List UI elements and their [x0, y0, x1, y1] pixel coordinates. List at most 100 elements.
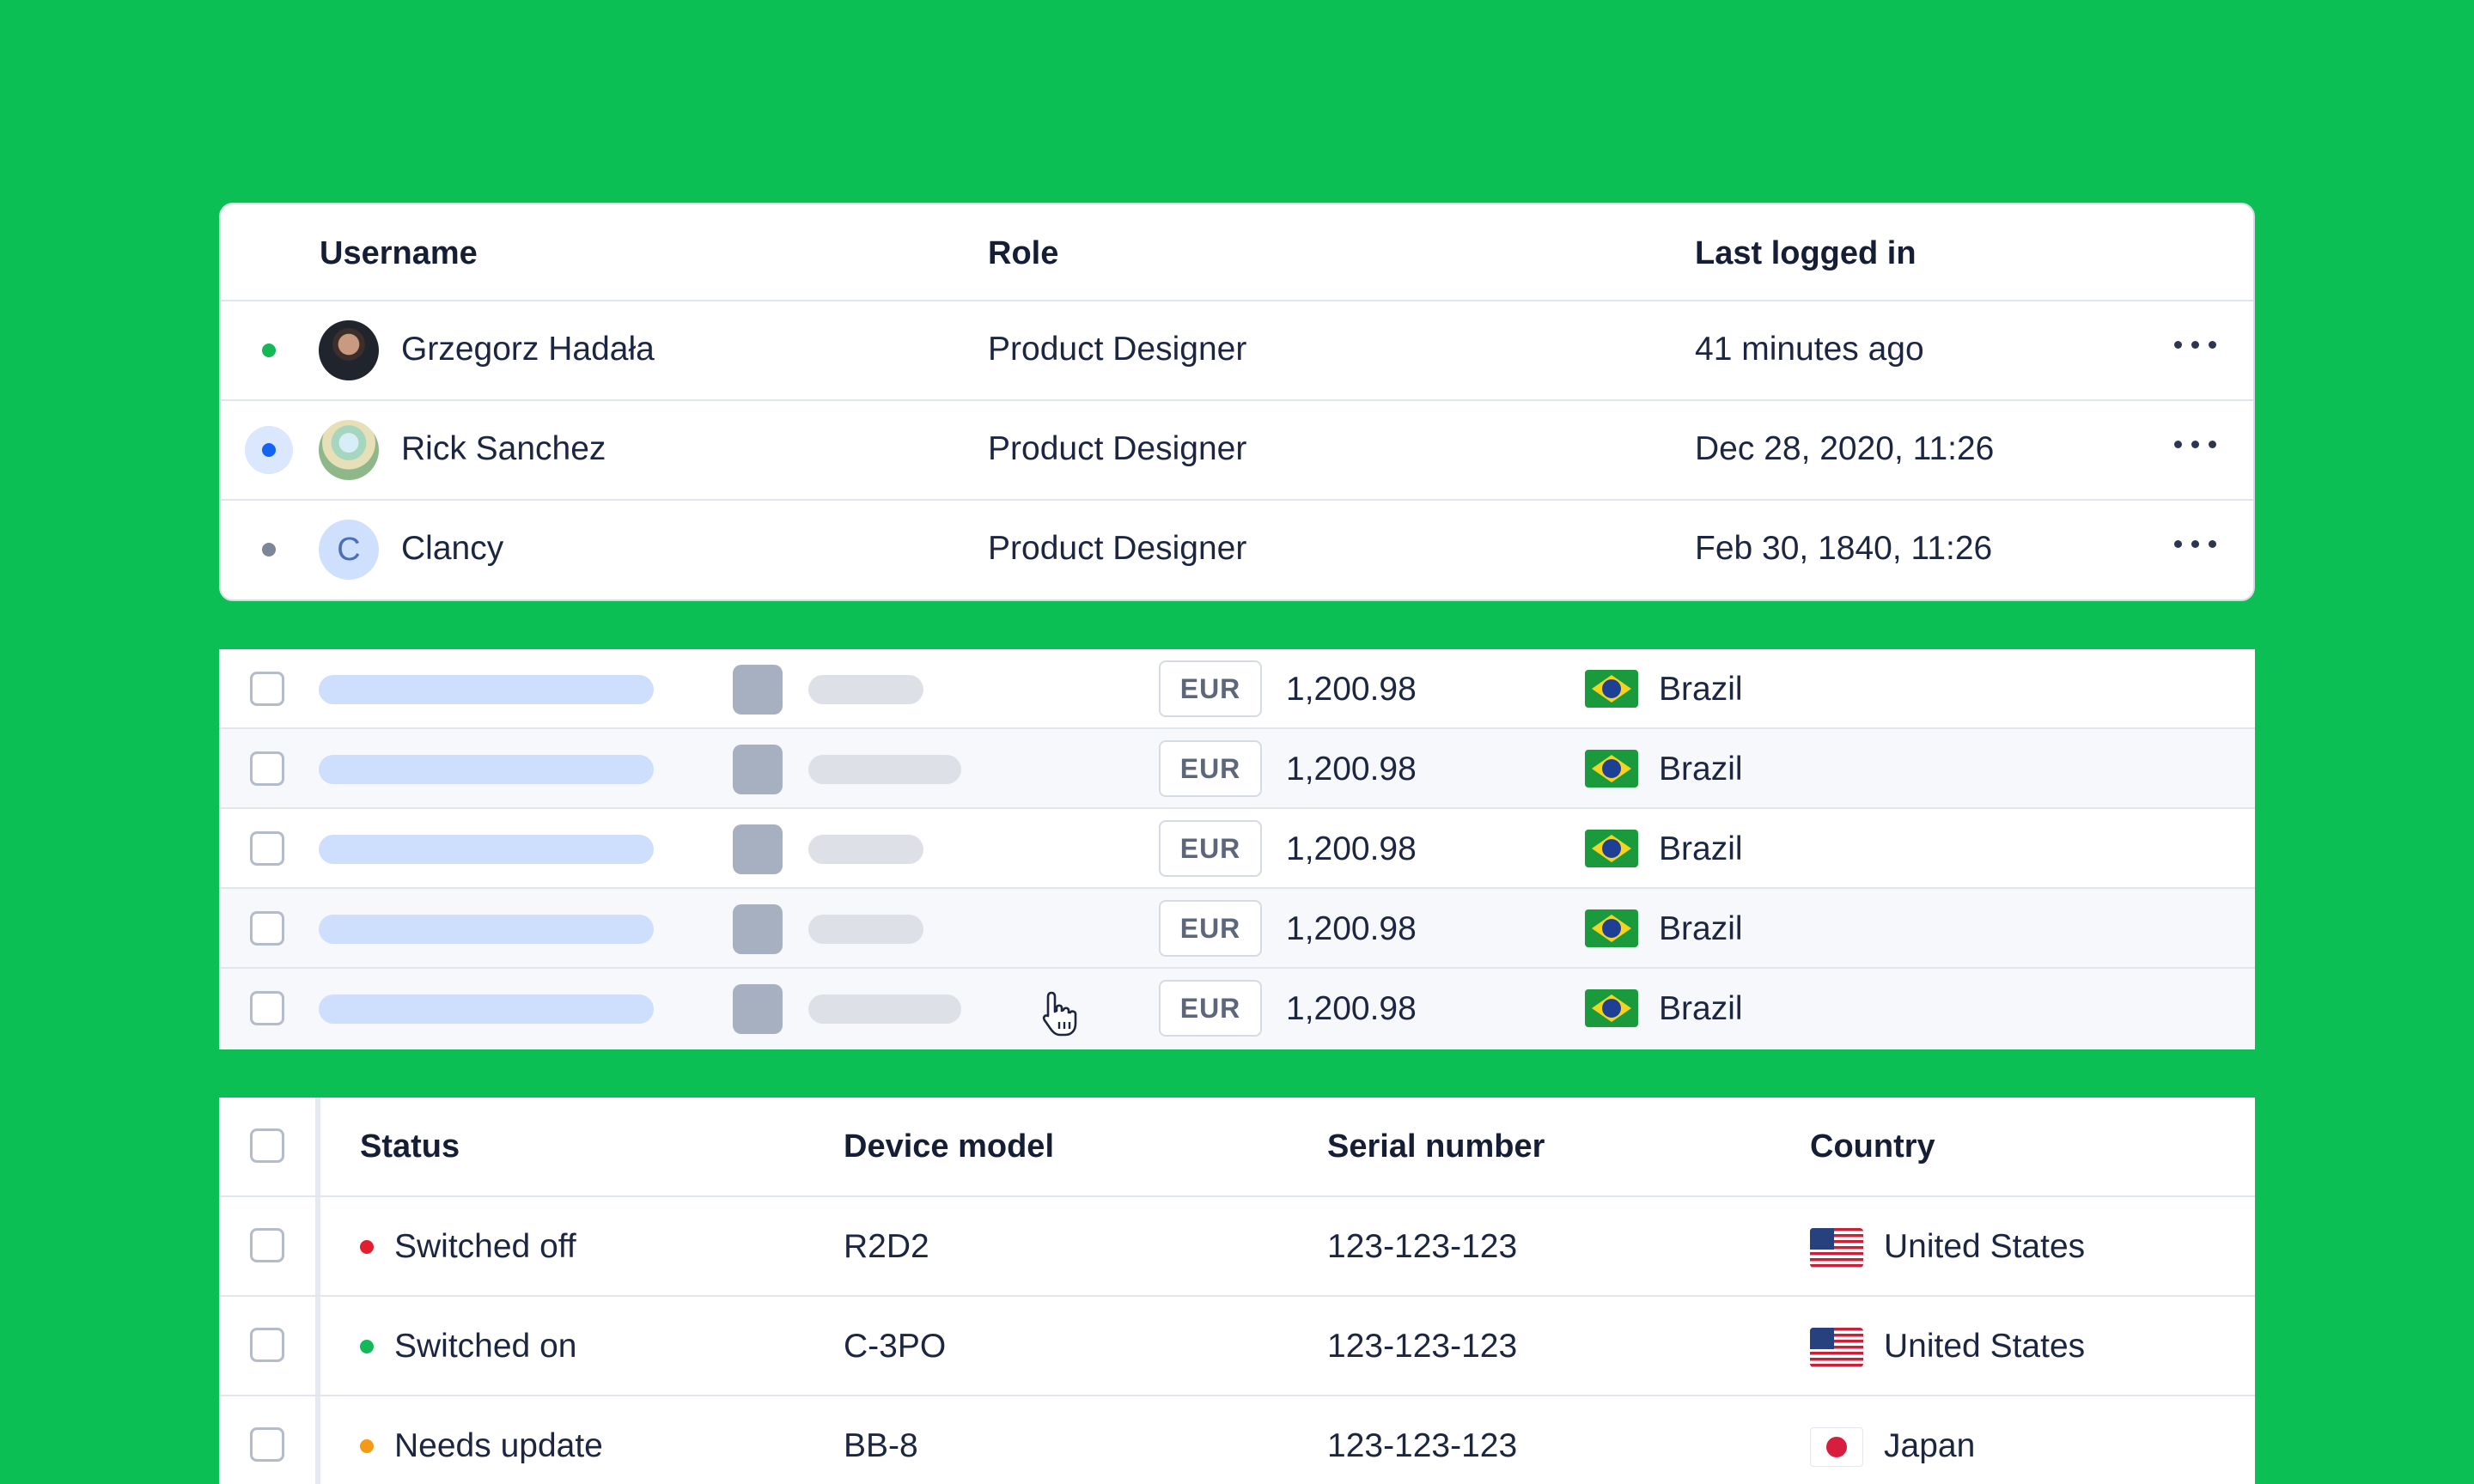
table-row[interactable]: Switched on C-3PO 123-123-123 United Sta…	[219, 1297, 2255, 1396]
column-header-country[interactable]: Country	[1810, 1128, 1935, 1165]
role: Product Designer	[988, 530, 1247, 567]
brazil-flag-icon	[1585, 750, 1638, 788]
devices-table: Status Device model Serial number Countr…	[219, 1098, 2255, 1484]
role: Product Designer	[988, 331, 1247, 368]
country: United States	[1884, 1228, 2086, 1265]
row-checkbox[interactable]	[250, 672, 284, 706]
skeleton-placeholder	[808, 915, 923, 944]
last-logged-in: Dec 28, 2020, 11:26	[1695, 430, 1995, 467]
transactions-table: EUR 1,200.98 Brazil EUR 1,200.98 Brazil …	[219, 649, 2255, 1049]
device-status: Switched on	[394, 1328, 577, 1365]
users-table: Username Role Last logged in Grzegorz Ha…	[219, 203, 2255, 601]
country: Japan	[1884, 1427, 1976, 1464]
avatar	[319, 320, 379, 380]
skeleton-placeholder	[733, 665, 783, 715]
avatar	[319, 420, 379, 480]
us-flag-icon	[1810, 1228, 1863, 1268]
currency-badge: EUR	[1159, 980, 1262, 1037]
country: United States	[1884, 1328, 2086, 1365]
status-dot-icon	[360, 1240, 374, 1254]
skeleton-placeholder	[319, 994, 654, 1024]
brazil-flag-icon	[1585, 830, 1638, 867]
amount: 1,200.98	[1286, 990, 1417, 1027]
device-model: C-3PO	[844, 1328, 947, 1365]
column-header-status[interactable]: Status	[360, 1128, 460, 1165]
brazil-flag-icon	[1585, 670, 1638, 708]
table-row[interactable]: EUR 1,200.98 Brazil	[219, 809, 2255, 889]
status-dot-icon	[360, 1439, 374, 1453]
skeleton-placeholder	[319, 835, 654, 864]
table-row[interactable]: EUR 1,200.98 Brazil	[219, 969, 2255, 1049]
column-header-last-logged-in[interactable]: Last logged in	[1695, 235, 1916, 272]
more-icon[interactable]	[2174, 538, 2217, 549]
device-model: R2D2	[844, 1228, 929, 1265]
skeleton-placeholder	[733, 745, 783, 794]
amount: 1,200.98	[1286, 830, 1417, 867]
select-all-checkbox[interactable]	[250, 1128, 284, 1163]
table-row[interactable]: Rick Sanchez Product Designer Dec 28, 20…	[221, 401, 2253, 501]
brazil-flag-icon	[1585, 909, 1638, 947]
country: Brazil	[1659, 830, 1743, 867]
skeleton-placeholder	[808, 994, 961, 1024]
row-checkbox[interactable]	[250, 1328, 284, 1362]
serial-number: 123-123-123	[1327, 1228, 1518, 1265]
japan-flag-icon	[1810, 1427, 1863, 1467]
us-flag-icon	[1810, 1328, 1863, 1367]
more-icon[interactable]	[2174, 339, 2217, 350]
table-row[interactable]: EUR 1,200.98 Brazil	[219, 729, 2255, 809]
row-checkbox[interactable]	[250, 911, 284, 946]
device-model: BB-8	[844, 1427, 918, 1464]
column-header-device-model[interactable]: Device model	[844, 1128, 1054, 1165]
table-row[interactable]: EUR 1,200.98 Brazil	[219, 649, 2255, 729]
row-checkbox[interactable]	[250, 751, 284, 786]
currency-badge: EUR	[1159, 740, 1262, 797]
skeleton-placeholder	[733, 904, 783, 954]
country: Brazil	[1659, 990, 1743, 1027]
column-header-serial-number[interactable]: Serial number	[1327, 1128, 1545, 1165]
serial-number: 123-123-123	[1327, 1328, 1518, 1365]
devices-table-header: Status Device model Serial number Countr…	[219, 1098, 2255, 1197]
role: Product Designer	[988, 430, 1247, 467]
more-icon[interactable]	[2174, 439, 2217, 449]
amount: 1,200.98	[1286, 751, 1417, 788]
column-header-username[interactable]: Username	[320, 235, 478, 272]
row-checkbox[interactable]	[250, 831, 284, 866]
avatar: C	[319, 520, 379, 580]
country: Brazil	[1659, 751, 1743, 788]
row-checkbox[interactable]	[250, 991, 284, 1025]
last-logged-in: Feb 30, 1840, 11:26	[1695, 530, 1993, 567]
table-row[interactable]: C Clancy Product Designer Feb 30, 1840, …	[221, 501, 2253, 599]
device-status: Needs update	[394, 1427, 603, 1464]
status-dot-icon	[360, 1340, 374, 1353]
username: Clancy	[401, 530, 504, 567]
selected-status-icon	[245, 426, 293, 474]
users-table-header: Username Role Last logged in	[221, 204, 2253, 301]
skeleton-placeholder	[733, 984, 783, 1034]
column-header-role[interactable]: Role	[988, 235, 1058, 272]
username: Grzegorz Hadała	[401, 331, 655, 368]
currency-badge: EUR	[1159, 900, 1262, 957]
table-row[interactable]: Switched off R2D2 123-123-123 United Sta…	[219, 1197, 2255, 1297]
country: Brazil	[1659, 910, 1743, 947]
offline-status-icon	[262, 543, 276, 556]
row-checkbox[interactable]	[250, 1427, 284, 1462]
table-row[interactable]: Grzegorz Hadała Product Designer 41 minu…	[221, 301, 2253, 401]
table-row[interactable]: EUR 1,200.98 Brazil	[219, 889, 2255, 969]
skeleton-placeholder	[808, 835, 923, 864]
amount: 1,200.98	[1286, 671, 1417, 708]
skeleton-placeholder	[733, 824, 783, 874]
online-status-icon	[262, 344, 276, 357]
table-row[interactable]: Needs update BB-8 123-123-123 Japan	[219, 1396, 2255, 1484]
country: Brazil	[1659, 671, 1743, 708]
hand-cursor-icon	[1042, 991, 1077, 1037]
serial-number: 123-123-123	[1327, 1427, 1518, 1464]
skeleton-placeholder	[808, 675, 923, 704]
row-checkbox[interactable]	[250, 1228, 284, 1262]
username: Rick Sanchez	[401, 430, 606, 467]
skeleton-placeholder	[808, 755, 961, 784]
brazil-flag-icon	[1585, 989, 1638, 1027]
currency-badge: EUR	[1159, 820, 1262, 877]
amount: 1,200.98	[1286, 910, 1417, 947]
skeleton-placeholder	[319, 675, 654, 704]
currency-badge: EUR	[1159, 660, 1262, 717]
